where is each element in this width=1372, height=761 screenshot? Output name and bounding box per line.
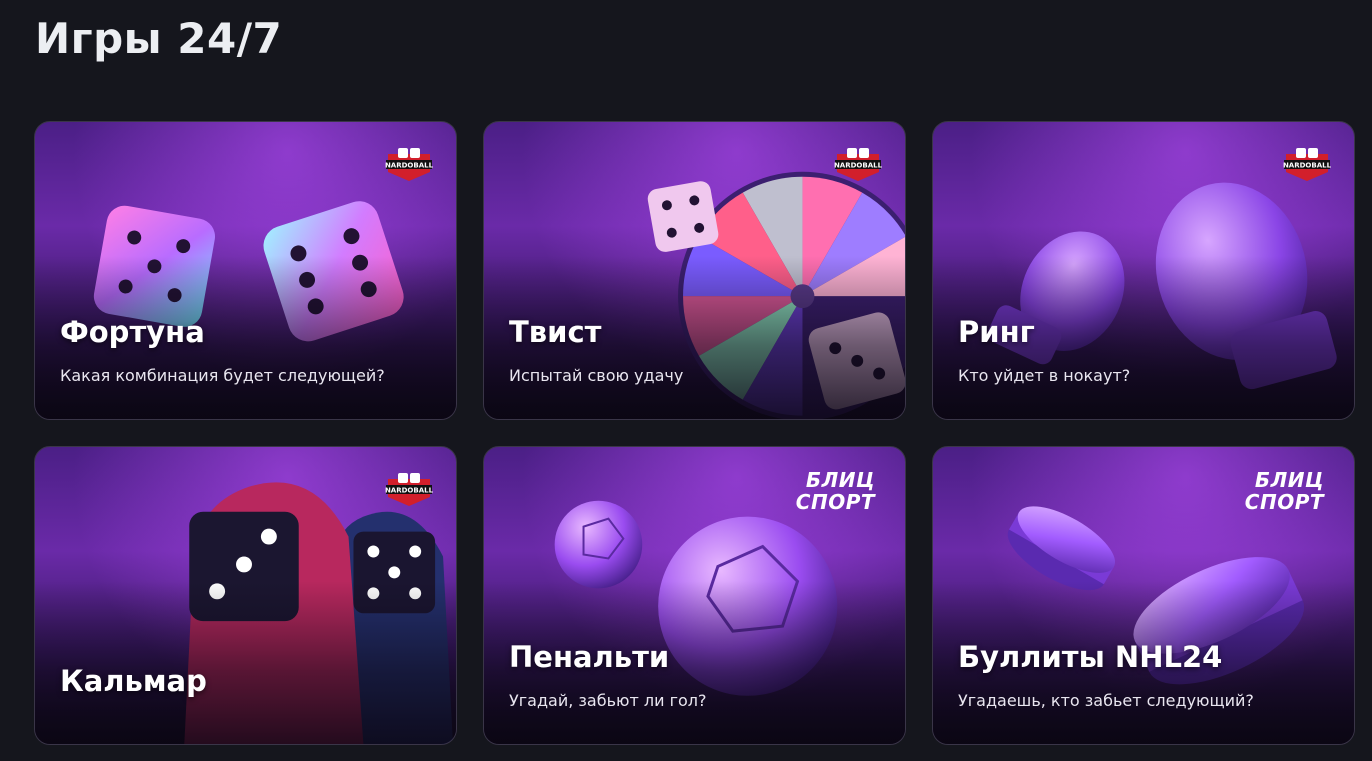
game-title: Фортуна [60,315,205,349]
game-description: Какая комбинация будет следующей? [60,366,385,385]
game-card-fortuna[interactable]: NARDOBALL Фортуна Какая комбинация будет… [34,121,457,420]
blitz-logo-line1: БЛИЦ [1254,468,1324,492]
nardoball-logo-text: NARDOBALL [1283,162,1332,170]
games-grid: NARDOBALL Фортуна Какая комбинация будет… [34,121,1355,745]
nardoball-logo-text: NARDOBALL [834,162,883,170]
game-card-penalty[interactable]: БЛИЦ СПОРТ Пенальти Угадай, забьют ли го… [483,446,906,745]
game-title: Буллиты NHL24 [958,640,1223,674]
nardoball-logo: NARDOBALL [834,148,883,181]
game-description: Испытай свою удачу [509,366,684,385]
game-card-ring[interactable]: NARDOBALL Ринг Кто уйдет в нокаут? [932,121,1355,420]
blitz-sport-logo: БЛИЦ СПОРТ [1245,469,1324,513]
blitz-logo-line1: БЛИЦ [805,468,875,492]
game-card-twist[interactable]: NARDOBALL Твист Испытай свою удачу [483,121,906,420]
game-title: Пенальти [509,640,670,674]
blitz-logo-line2: СПОРТ [795,490,875,514]
nardoball-logo: NARDOBALL [385,148,434,181]
card-shade [35,580,456,744]
game-title: Ринг [958,315,1035,349]
page-title: Игры 24/7 [35,14,283,63]
game-description: Угадаешь, кто забьет следующий? [958,691,1254,710]
nardoball-logo: NARDOBALL [385,473,434,506]
game-title: Твист [509,315,602,349]
blitz-logo-line2: СПОРТ [1244,490,1324,514]
game-card-kalmar[interactable]: NARDOBALL Кальмар [34,446,457,745]
game-description: Кто уйдет в нокаут? [958,366,1131,385]
game-card-bullity[interactable]: БЛИЦ СПОРТ Буллиты NHL24 Угадаешь, кто з… [932,446,1355,745]
game-description: Угадай, забьют ли гол? [509,691,707,710]
nardoball-logo: NARDOBALL [1283,148,1332,181]
game-title: Кальмар [60,664,207,698]
nardoball-logo-text: NARDOBALL [385,487,434,495]
nardoball-logo-text: NARDOBALL [385,162,434,170]
blitz-sport-logo: БЛИЦ СПОРТ [796,469,875,513]
